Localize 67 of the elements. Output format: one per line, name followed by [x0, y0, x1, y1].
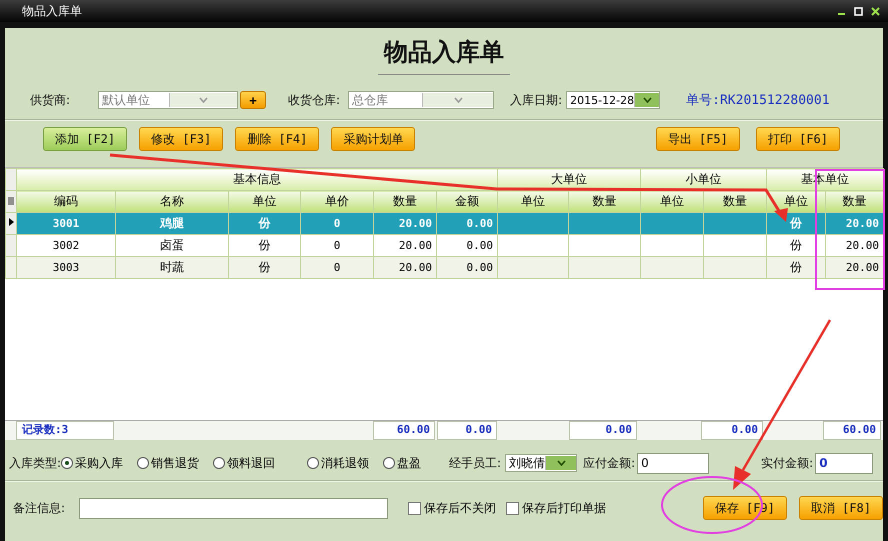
total-field: 60.00: [373, 421, 435, 440]
column-chooser-icon[interactable]: [7, 196, 15, 206]
actions.1-button[interactable]: 取消 [F8]: [798, 496, 883, 520]
radio-option[interactable]: 消耗退领: [307, 454, 370, 472]
field-label: 入库类型:: [9, 454, 62, 472]
column-header[interactable]: 单位: [498, 190, 568, 212]
table-cell: 3003: [16, 256, 116, 278]
table-cell: 20.00: [374, 212, 436, 234]
table-cell: 时蔬: [116, 256, 228, 278]
payable-field[interactable]: 0: [637, 452, 710, 474]
window-title: 物品入库单: [22, 2, 83, 20]
dropdown-icon[interactable]: [545, 456, 576, 470]
form-heading: 物品入库单: [378, 34, 510, 75]
column-header[interactable]: 数量: [568, 190, 640, 212]
record-count: 记录数:3: [16, 421, 114, 440]
column-header[interactable]: 单价: [300, 190, 374, 212]
table-cell: 0: [300, 212, 374, 234]
field-label: 实付金额:: [761, 454, 814, 472]
column-header[interactable]: 名称: [116, 190, 228, 212]
column-header[interactable]: 数量: [826, 190, 884, 212]
paid-field[interactable]: 0: [815, 452, 874, 474]
table-cell: 0.00: [436, 212, 498, 234]
radio-option[interactable]: 领料退回: [213, 454, 276, 472]
close-icon[interactable]: [871, 6, 880, 16]
field-label: 应付金额:: [583, 454, 636, 472]
dropdown-icon[interactable]: [634, 93, 660, 107]
column-header[interactable]: 数量: [374, 190, 436, 212]
total-field: 0.00: [437, 421, 497, 440]
table-cell: 份: [228, 256, 300, 278]
warehouse-dropdown[interactable]: 总仓库: [348, 91, 494, 109]
table-cell: 0: [300, 256, 374, 278]
table-cell: 3001: [16, 212, 116, 234]
radio-option[interactable]: 销售退货: [137, 454, 200, 472]
column-header[interactable]: 单位: [640, 190, 704, 212]
field-label: 入库日期:: [510, 92, 562, 108]
total-field: 60.00: [823, 421, 881, 440]
column-header[interactable]: 编码: [16, 190, 116, 212]
table-cell: 20.00: [826, 256, 884, 278]
radio-option[interactable]: 采购入库: [61, 454, 124, 472]
total-field: 0.00: [701, 421, 763, 440]
radio-option[interactable]: 盘盈: [383, 454, 422, 472]
order-number: 单号:RK201512280001: [686, 92, 830, 109]
checkbox-option[interactable]: 保存后不关闭: [408, 500, 496, 516]
remarks-field[interactable]: [79, 498, 388, 518]
table-cell: 份: [766, 256, 826, 278]
supplier-dropdown[interactable]: 默认单位: [98, 91, 238, 109]
table-cell: 20.00: [374, 256, 436, 278]
checkbox-option[interactable]: 保存后打印单据: [506, 500, 606, 516]
field-label: 经手员工:: [449, 454, 502, 472]
maximize-icon[interactable]: [854, 6, 863, 16]
row-pointer-icon: [7, 217, 15, 227]
field-label: 收货仓库:: [288, 92, 340, 108]
total-field: 0.00: [569, 421, 637, 440]
table-cell: 份: [228, 212, 300, 234]
column-header[interactable]: 单位: [228, 190, 300, 212]
column-group-header: 基本信息: [16, 168, 498, 190]
field-label: 供货商:: [30, 92, 70, 108]
table-cell: 鸡腿: [116, 212, 228, 234]
column-header[interactable]: 金额: [436, 190, 498, 212]
field-label: 备注信息:: [13, 500, 66, 516]
add-supplier-button[interactable]: +: [240, 91, 266, 109]
date-picker[interactable]: 2015-12-28: [566, 91, 660, 109]
column-group-header: 小单位: [640, 168, 766, 190]
column-header[interactable]: 数量: [704, 190, 766, 212]
table-cell: 20.00: [826, 212, 884, 234]
handler-dropdown[interactable]: 刘晓倩: [505, 454, 578, 472]
table-cell: 0.00: [436, 256, 498, 278]
